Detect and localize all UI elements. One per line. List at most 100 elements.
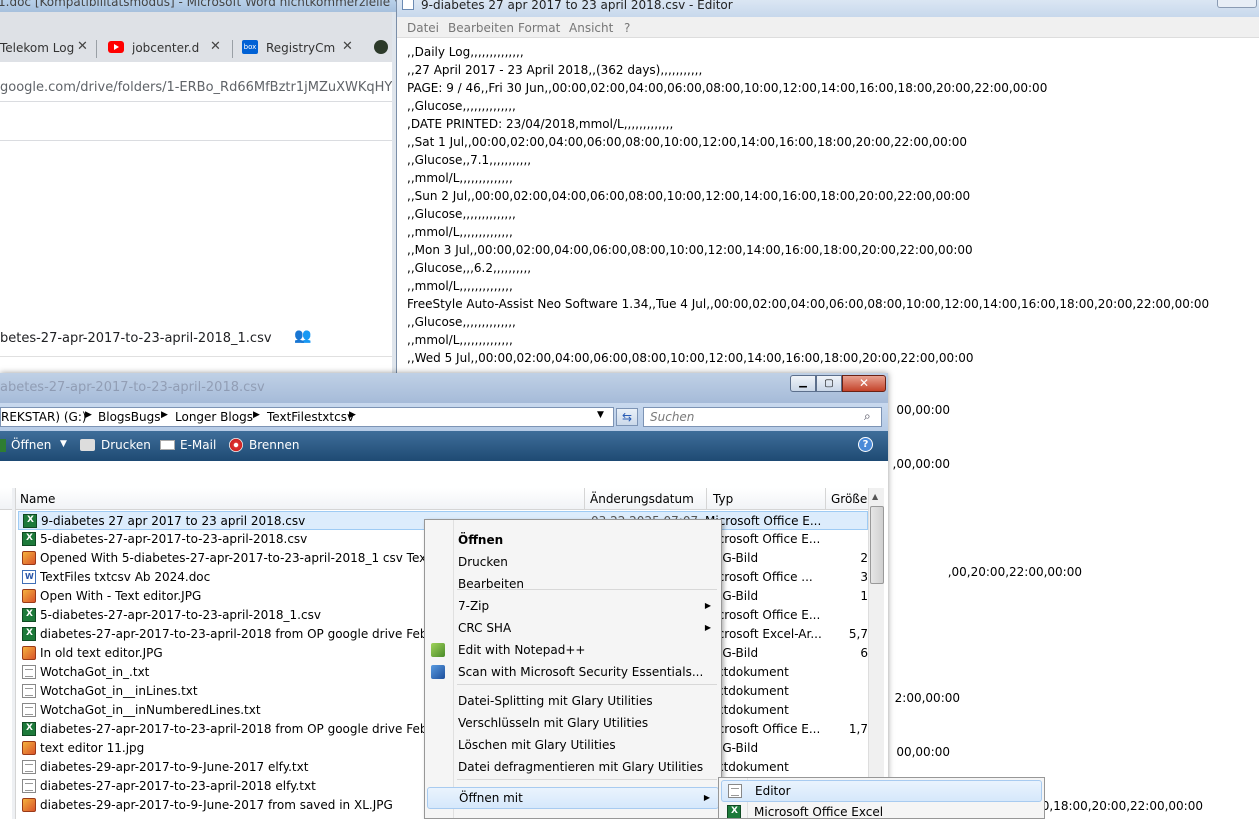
menu-item[interactable]: Scan with Microsoft Security Essentials.… <box>427 662 719 684</box>
close-icon[interactable]: ✕ <box>342 39 353 54</box>
text-icon <box>22 665 36 679</box>
close-icon[interactable]: ✕ <box>210 39 221 54</box>
file-size: 6 <box>860 646 868 660</box>
breadcrumb-textfiles[interactable]: TextFilestxtcsv <box>267 410 354 424</box>
printer-icon <box>80 439 95 451</box>
security-essentials-icon <box>431 665 445 679</box>
help-icon[interactable]: ? <box>858 437 873 452</box>
open-button[interactable]: Öffnen <box>11 438 51 452</box>
menu-item[interactable]: Löschen mit Glary Utilities <box>427 735 719 757</box>
file-size: 3 <box>860 570 868 584</box>
image-icon <box>22 798 36 812</box>
submenu-item[interactable]: Editor <box>721 780 1042 802</box>
tab-telekom[interactable]: Telekom Log ✕ <box>0 34 95 62</box>
refresh-icon[interactable]: ⇆ <box>616 408 638 426</box>
drive-file-row[interactable]: betes-27-apr-2017-to-23-april-2018_1.csv… <box>0 317 392 357</box>
file-name: diabetes-29-apr-2017-to-9-June-2017 elfy… <box>40 760 309 774</box>
file-name: WotchaGot_in_.txt <box>40 665 150 679</box>
print-button[interactable]: Drucken <box>101 438 151 452</box>
menu-item[interactable]: Datei-Splitting mit Glary Utilities <box>427 691 719 713</box>
file-name: 9-diabetes 27 apr 2017 to 23 april 2018.… <box>41 514 306 528</box>
file-name: diabetes-29-apr-2017-to-9-June-2017 from… <box>40 798 393 812</box>
file-name: diabetes-27-apr-2017-to-23-april-2018 el… <box>40 779 316 793</box>
menu-item[interactable]: Datei defragmentieren mit Glary Utilitie… <box>427 757 719 779</box>
breadcrumb[interactable]: REKSTAR) (G:) ▶ BlogsBugs ▶ Longer Blogs… <box>0 407 614 427</box>
file-size: 2 <box>860 551 868 565</box>
search-field[interactable]: Suchen ⌕ <box>643 407 882 427</box>
excel-icon <box>22 722 36 736</box>
explorer-titlebar: abetes-27-apr-2017-to-23-april-2018.csv … <box>0 373 888 403</box>
column-size[interactable]: Größe <box>831 492 867 506</box>
menu-item[interactable]: 7-Zip ▶ <box>427 596 719 618</box>
menu-item[interactable]: Öffnen mit ▶ <box>427 787 719 809</box>
file-size: 5,7 <box>848 627 868 641</box>
file-name: 5-diabetes-27-apr-2017-to-23-april-2018_… <box>40 608 321 622</box>
chevron-down-icon[interactable]: ▼ <box>597 410 604 420</box>
close-button[interactable]: ✕ <box>842 375 886 392</box>
file-name: In old text editor.JPG <box>40 646 163 660</box>
vertical-scrollbar[interactable]: ▲ <box>868 488 884 819</box>
menu-item-label: Scan with Microsoft Security Essentials.… <box>458 665 704 679</box>
address-bar[interactable]: google.com/drive/folders/1-ERBo_Rd66MfBz… <box>0 62 392 102</box>
breadcrumb-blogsbugs[interactable]: BlogsBugs <box>98 410 160 424</box>
chevron-right-icon: ▶ <box>161 410 168 420</box>
file-name: WotchaGot_in__inLines.txt <box>40 684 198 698</box>
extension-icon[interactable] <box>374 40 388 54</box>
maximize-button[interactable]: ▢ <box>816 375 842 392</box>
menu-item[interactable]: Drucken <box>427 552 719 574</box>
chevron-down-icon[interactable]: ▼ <box>60 439 67 449</box>
menu-item[interactable]: Verschlüsseln mit Glary Utilities <box>427 713 719 735</box>
burn-button[interactable]: Brennen <box>249 438 299 452</box>
breadcrumb-drive[interactable]: REKSTAR) (G:) <box>1 410 87 424</box>
file-size: 1,7 <box>848 722 868 736</box>
drive-file-name[interactable]: betes-27-apr-2017-to-23-april-2018_1.csv <box>0 331 272 346</box>
menu-item[interactable]: CRC SHA ▶ <box>427 618 719 640</box>
column-type[interactable]: Typ <box>713 492 733 506</box>
text-icon <box>22 779 36 793</box>
shared-people-icon: 👥 <box>294 328 312 344</box>
file-name: 5-diabetes-27-apr-2017-to-23-april-2018.… <box>40 532 308 546</box>
menu-item-label: Edit with Notepad++ <box>458 643 586 657</box>
chevron-right-icon: ▶ <box>703 793 710 802</box>
column-name[interactable]: Name <box>20 492 55 506</box>
tab-registrycmd[interactable]: box RegistryCmd ✕ <box>236 34 366 62</box>
scroll-thumb[interactable] <box>870 506 884 584</box>
window-controls: ▁ ▢ ✕ <box>790 375 886 393</box>
menu-item[interactable]: Öffnen <box>427 530 719 552</box>
menu-item-label: Verschlüsseln mit Glary Utilities <box>458 716 649 730</box>
scroll-up-arrow[interactable]: ▲ <box>872 492 878 501</box>
open-with-submenu: Editor Microsoft Office Excel <box>718 777 1045 819</box>
editor-line-partial: 00,00:00 <box>896 403 950 417</box>
editor-line-partial: ,00,18:00,20:00,22:00,00:00 <box>1030 799 1203 813</box>
explorer-toolbar: Öffnen ▼ Drucken E-Mail Brennen ? <box>0 431 888 461</box>
tab-label: Telekom Log <box>0 41 75 55</box>
text-icon <box>22 760 36 774</box>
menu-item[interactable]: Senden an▶ <box>427 814 719 818</box>
ghost-title: abetes-27-apr-2017-to-23-april-2018.csv <box>0 380 265 395</box>
menu-item[interactable]: Bearbeiten <box>427 574 719 596</box>
file-name: diabetes-27-apr-2017-to-23-april-2018 fr… <box>40 627 440 641</box>
menu-item-label: Löschen mit Glary Utilities <box>458 738 616 752</box>
menu-item[interactable]: Edit with Notepad++ <box>427 640 719 662</box>
browser-window: Telekom Log ✕ jobcenter.di ✕ box Registr… <box>0 12 392 382</box>
excel-icon <box>22 627 36 641</box>
chevron-right-icon: ▶ <box>349 410 356 420</box>
search-placeholder: Suchen <box>650 410 695 424</box>
column-date[interactable]: Änderungsdatum <box>590 492 694 506</box>
close-icon[interactable]: ✕ <box>77 39 88 54</box>
explorer-addressbar: REKSTAR) (G:) ▶ BlogsBugs ▶ Longer Blogs… <box>0 403 888 431</box>
submenu-item[interactable]: Microsoft Office Excel <box>721 802 1042 818</box>
tab-jobcenter[interactable]: jobcenter.di ✕ <box>100 34 230 62</box>
search-icon[interactable]: ⌕ <box>864 409 871 424</box>
file-size: 1 <box>860 589 868 603</box>
minimize-button[interactable]: ▁ <box>790 375 816 392</box>
chevron-right-icon: ▶ <box>253 410 260 420</box>
nav-pane-divider[interactable] <box>12 488 16 819</box>
browser-tab-strip: Telekom Log ✕ jobcenter.di ✕ box Registr… <box>0 12 392 62</box>
excel-icon <box>22 608 36 622</box>
burn-disc-icon <box>229 438 243 452</box>
menu-item-label: Drucken <box>458 555 508 569</box>
breadcrumb-longerblogs[interactable]: Longer Blogs <box>175 410 253 424</box>
email-button[interactable]: E-Mail <box>180 438 216 452</box>
url-text[interactable]: google.com/drive/folders/1-ERBo_Rd66MfBz… <box>0 80 392 95</box>
